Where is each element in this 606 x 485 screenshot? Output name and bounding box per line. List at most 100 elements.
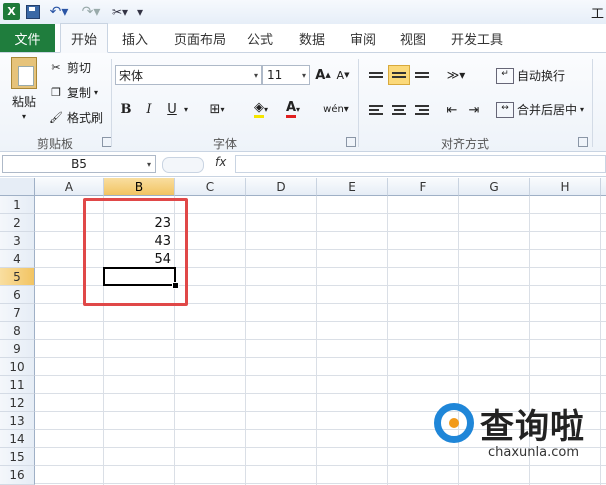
row-header[interactable]: 8 — [0, 322, 35, 340]
row-header[interactable]: 15 — [0, 448, 35, 466]
tools-icon[interactable]: ✂▾ — [110, 3, 130, 20]
font-size-value: 11 — [267, 68, 283, 82]
fill-color-icon[interactable]: ◈ ▾ — [248, 99, 274, 119]
column-header[interactable]: G — [459, 178, 530, 196]
tab-file[interactable]: 文件 — [0, 24, 55, 52]
underline-button[interactable]: U — [163, 100, 181, 118]
chevron-down-icon: ▾ — [580, 105, 585, 114]
row-header[interactable]: 1 — [0, 196, 35, 214]
column-header[interactable] — [601, 178, 606, 196]
column-header[interactable]: F — [388, 178, 459, 196]
group-label-clipboard: 剪贴板 — [36, 137, 73, 151]
search-logo-icon — [434, 403, 474, 443]
row-header[interactable]: 7 — [0, 304, 35, 322]
grid-line — [387, 196, 388, 485]
cut-button[interactable]: ✂ 剪切 — [48, 59, 91, 76]
formula-bar: B5 ▾ fx — [0, 152, 606, 177]
increase-indent-icon[interactable]: ⇥ — [464, 100, 484, 120]
customize-toolbar-icon[interactable]: ▾ — [134, 3, 146, 20]
align-center-icon[interactable] — [389, 100, 409, 120]
group-label-alignment: 对齐方式 — [440, 137, 489, 151]
watermark: 查询啦 chaxunla.com — [434, 399, 604, 469]
undo-icon[interactable]: ↶▾ — [48, 3, 70, 20]
merge-center-label: 合并后居中 — [517, 103, 578, 117]
row-header[interactable]: 5 — [0, 268, 35, 286]
column-header[interactable]: A — [35, 178, 104, 196]
tab-formulas[interactable]: 公式 — [240, 24, 280, 52]
paintbrush-icon: 🖌 — [49, 111, 63, 124]
column-header[interactable]: E — [317, 178, 388, 196]
row-header[interactable]: 14 — [0, 430, 35, 448]
ribbon-home: 粘贴 ▾ ✂ 剪切 ❐ 复制 ▾ 🖌 格式刷 剪贴板 宋体 ▾ 11 ▾ A ▲ … — [0, 53, 606, 152]
phonetic-guide-icon[interactable]: wén▾ — [320, 99, 352, 119]
row-header[interactable]: 4 — [0, 250, 35, 268]
watermark-brand: 查询啦 — [480, 407, 585, 447]
shrink-font-icon[interactable]: A ▼ — [334, 66, 352, 84]
column-header[interactable]: B — [104, 178, 175, 196]
paste-button[interactable]: 粘贴 ▾ — [6, 57, 42, 129]
column-header[interactable]: C — [175, 178, 246, 196]
row-header[interactable]: 10 — [0, 358, 35, 376]
font-size-select[interactable]: 11 ▾ — [262, 65, 310, 85]
select-all-corner[interactable] — [0, 178, 35, 196]
group-label-font: 字体 — [212, 137, 237, 151]
save-icon[interactable] — [26, 3, 40, 20]
align-middle-icon[interactable] — [388, 65, 410, 85]
align-bottom-icon[interactable] — [412, 65, 432, 85]
row-header[interactable]: 3 — [0, 232, 35, 250]
decrease-indent-icon[interactable]: ⇤ — [442, 100, 462, 120]
grid-line — [35, 339, 606, 340]
tab-page-layout[interactable]: 页面布局 — [165, 24, 235, 52]
row-header[interactable]: 16 — [0, 466, 35, 485]
row-header[interactable]: 13 — [0, 412, 35, 430]
wrap-text-icon: ↵ — [496, 67, 514, 84]
grid-line — [35, 393, 606, 394]
italic-button[interactable]: I — [140, 100, 158, 118]
copy-label: 复制 — [67, 86, 92, 100]
font-launcher-icon[interactable] — [346, 137, 356, 147]
font-name-select[interactable]: 宋体 ▾ — [115, 65, 262, 85]
wrap-text-button[interactable]: ↵ 自动换行 — [496, 67, 565, 84]
grow-font-icon[interactable]: A ▲ — [314, 66, 332, 84]
row-header[interactable]: 11 — [0, 376, 35, 394]
copy-button[interactable]: ❐ 复制 ▾ — [48, 84, 98, 101]
insert-function-icon[interactable]: fx — [215, 155, 226, 169]
grid-line — [316, 196, 317, 485]
row-header[interactable]: 2 — [0, 214, 35, 232]
tab-view[interactable]: 视图 — [393, 24, 433, 52]
font-color-icon[interactable]: A ▾ — [280, 99, 306, 119]
format-painter-button[interactable]: 🖌 格式刷 — [48, 109, 103, 126]
align-left-icon[interactable] — [366, 100, 386, 120]
tab-review[interactable]: 审阅 — [343, 24, 383, 52]
chevron-down-icon[interactable]: ▾ — [181, 100, 191, 118]
paste-icon — [11, 57, 37, 89]
row-header[interactable]: 12 — [0, 394, 35, 412]
chevron-down-icon: ▾ — [253, 70, 258, 80]
row-header[interactable]: 9 — [0, 340, 35, 358]
redo-icon[interactable]: ↷▾ — [80, 3, 102, 20]
alignment-launcher-icon[interactable] — [578, 137, 588, 147]
formula-input[interactable] — [235, 155, 606, 173]
grid-line — [35, 357, 606, 358]
tab-insert[interactable]: 插入 — [113, 24, 157, 52]
tab-data[interactable]: 数据 — [290, 24, 334, 52]
font-name-value: 宋体 — [119, 68, 144, 83]
row-header[interactable]: 6 — [0, 286, 35, 304]
tab-home[interactable]: 开始 — [60, 23, 108, 53]
tab-developer[interactable]: 开发工具 — [444, 24, 510, 52]
align-top-icon[interactable] — [366, 65, 386, 85]
chevron-down-icon: ▾ — [21, 112, 26, 121]
borders-icon[interactable]: ⊞ ▾ — [205, 100, 229, 118]
merge-center-icon: ↔ — [496, 101, 514, 118]
orientation-icon[interactable]: ≫▾ — [443, 65, 469, 85]
column-header[interactable]: D — [246, 178, 317, 196]
column-header[interactable]: H — [530, 178, 601, 196]
wrap-text-label: 自动换行 — [517, 69, 566, 83]
bold-button[interactable]: B — [117, 100, 135, 118]
name-box[interactable]: B5 ▾ — [2, 155, 156, 173]
merge-center-button[interactable]: ↔ 合并后居中 ▾ — [496, 101, 584, 118]
chevron-down-icon: ▾ — [146, 159, 151, 169]
group-divider — [111, 59, 112, 147]
align-right-icon[interactable] — [412, 100, 432, 120]
formula-bar-splitter[interactable] — [162, 157, 204, 173]
